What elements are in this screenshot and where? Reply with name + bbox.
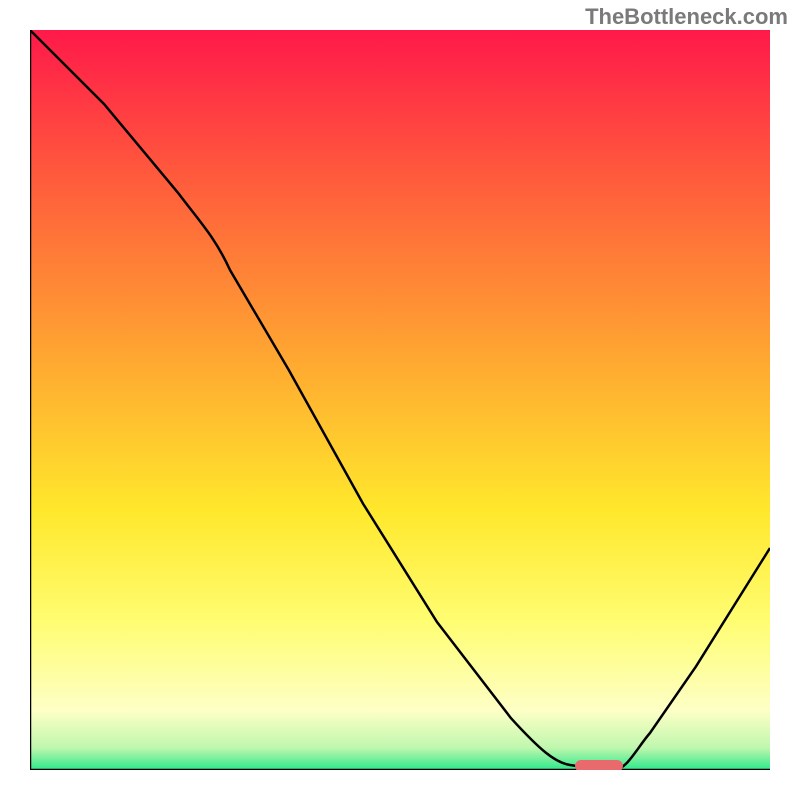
bottleneck-chart (30, 30, 770, 770)
chart-container: TheBottleneck.com (0, 0, 800, 800)
watermark-text: TheBottleneck.com (585, 4, 788, 30)
gradient-background (30, 30, 770, 770)
optimal-marker (575, 760, 623, 770)
